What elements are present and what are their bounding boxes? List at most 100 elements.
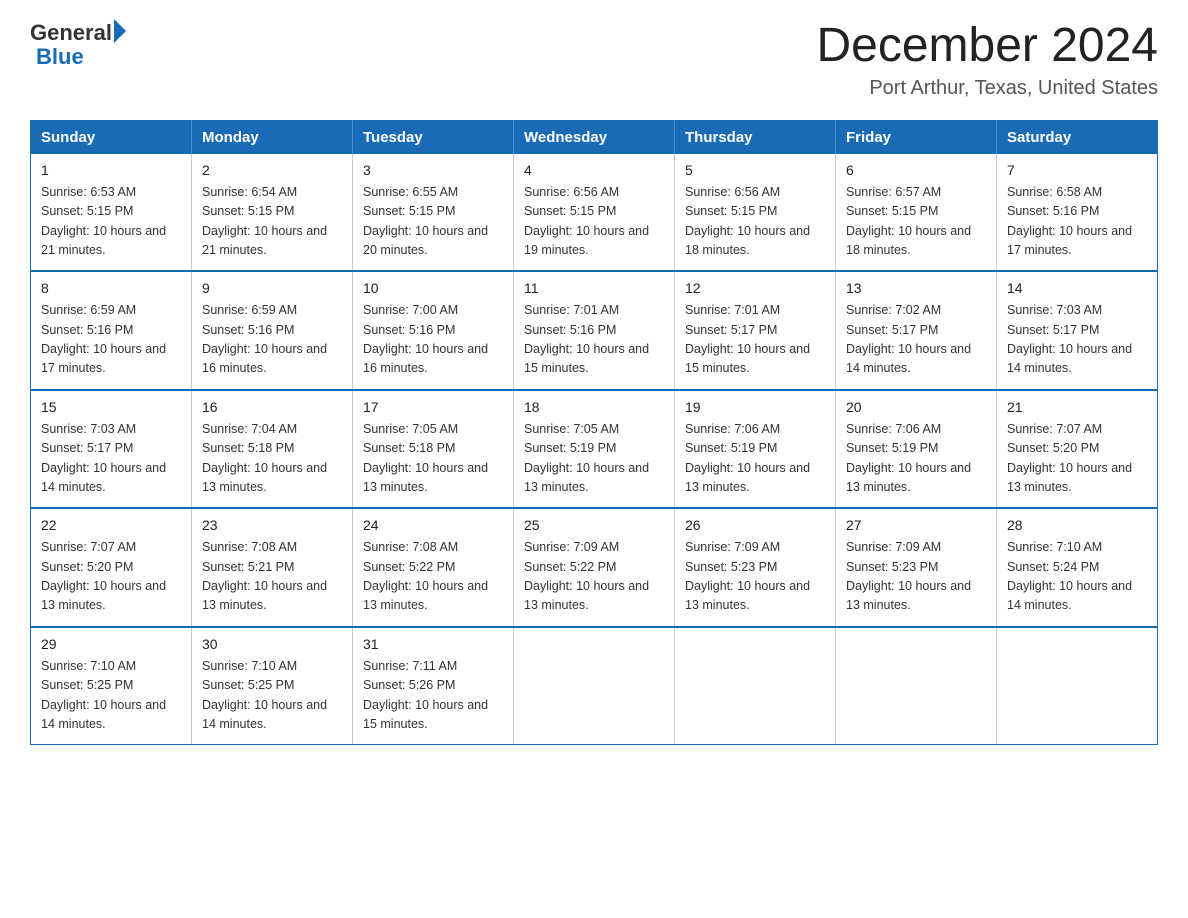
day-number: 14 xyxy=(1007,278,1147,299)
calendar-week-row: 8 Sunrise: 6:59 AMSunset: 5:16 PMDaylight… xyxy=(31,271,1158,390)
day-number: 16 xyxy=(202,397,342,418)
day-info: Sunrise: 6:58 AMSunset: 5:16 PMDaylight:… xyxy=(1007,185,1132,257)
day-info: Sunrise: 6:56 AMSunset: 5:15 PMDaylight:… xyxy=(524,185,649,257)
day-info: Sunrise: 7:10 AMSunset: 5:25 PMDaylight:… xyxy=(202,659,327,731)
day-number: 10 xyxy=(363,278,503,299)
header-day-monday: Monday xyxy=(192,120,353,154)
day-info: Sunrise: 7:11 AMSunset: 5:26 PMDaylight:… xyxy=(363,659,488,731)
day-info: Sunrise: 7:00 AMSunset: 5:16 PMDaylight:… xyxy=(363,303,488,375)
day-number: 25 xyxy=(524,515,664,536)
logo: General Blue xyxy=(30,20,126,70)
day-info: Sunrise: 6:57 AMSunset: 5:15 PMDaylight:… xyxy=(846,185,971,257)
day-number: 17 xyxy=(363,397,503,418)
day-number: 29 xyxy=(41,634,181,655)
day-info: Sunrise: 7:09 AMSunset: 5:23 PMDaylight:… xyxy=(846,540,971,612)
calendar-week-row: 15Sunrise: 7:03 AMSunset: 5:17 PMDayligh… xyxy=(31,390,1158,509)
calendar-day-cell: 26 Sunrise: 7:09 AMSunset: 5:23 PMDayligh… xyxy=(675,508,836,627)
day-info: Sunrise: 7:04 AMSunset: 5:18 PMDaylight:… xyxy=(202,422,327,494)
calendar-day-cell: 18 Sunrise: 7:05 AMSunset: 5:19 PMDayligh… xyxy=(514,390,675,509)
day-number: 7 xyxy=(1007,160,1147,181)
calendar-day-cell: 20 Sunrise: 7:06 AMSunset: 5:19 PMDayligh… xyxy=(836,390,997,509)
day-number: 23 xyxy=(202,515,342,536)
calendar-day-cell: 12Sunrise: 7:01 AMSunset: 5:17 PMDayligh… xyxy=(675,271,836,390)
calendar-day-cell: 4 Sunrise: 6:56 AMSunset: 5:15 PMDaylight… xyxy=(514,154,675,272)
calendar-day-cell: 8 Sunrise: 6:59 AMSunset: 5:16 PMDaylight… xyxy=(31,271,192,390)
day-number: 22 xyxy=(41,515,181,536)
empty-day-cell xyxy=(997,627,1158,745)
calendar-day-cell: 10 Sunrise: 7:00 AMSunset: 5:16 PMDayligh… xyxy=(353,271,514,390)
calendar-day-cell: 21Sunrise: 7:07 AMSunset: 5:20 PMDayligh… xyxy=(997,390,1158,509)
day-number: 4 xyxy=(524,160,664,181)
calendar-day-cell: 7 Sunrise: 6:58 AMSunset: 5:16 PMDaylight… xyxy=(997,154,1158,272)
day-number: 13 xyxy=(846,278,986,299)
calendar-day-cell: 11 Sunrise: 7:01 AMSunset: 5:16 PMDayligh… xyxy=(514,271,675,390)
calendar-day-cell: 28 Sunrise: 7:10 AMSunset: 5:24 PMDayligh… xyxy=(997,508,1158,627)
day-info: Sunrise: 6:59 AMSunset: 5:16 PMDaylight:… xyxy=(202,303,327,375)
day-info: Sunrise: 7:05 AMSunset: 5:19 PMDaylight:… xyxy=(524,422,649,494)
calendar-day-cell: 2Sunrise: 6:54 AMSunset: 5:15 PMDaylight… xyxy=(192,154,353,272)
calendar-day-cell: 9 Sunrise: 6:59 AMSunset: 5:16 PMDaylight… xyxy=(192,271,353,390)
empty-day-cell xyxy=(514,627,675,745)
day-number: 8 xyxy=(41,278,181,299)
logo-arrow-icon xyxy=(114,19,126,43)
calendar-day-cell: 5Sunrise: 6:56 AMSunset: 5:15 PMDaylight… xyxy=(675,154,836,272)
calendar-header-row: SundayMondayTuesdayWednesdayThursdayFrid… xyxy=(31,120,1158,154)
day-number: 11 xyxy=(524,278,664,299)
calendar-day-cell: 17 Sunrise: 7:05 AMSunset: 5:18 PMDayligh… xyxy=(353,390,514,509)
day-info: Sunrise: 7:03 AMSunset: 5:17 PMDaylight:… xyxy=(1007,303,1132,375)
calendar-day-cell: 25Sunrise: 7:09 AMSunset: 5:22 PMDayligh… xyxy=(514,508,675,627)
day-info: Sunrise: 6:59 AMSunset: 5:16 PMDaylight:… xyxy=(41,303,166,375)
day-number: 18 xyxy=(524,397,664,418)
calendar-week-row: 1 Sunrise: 6:53 AMSunset: 5:15 PMDaylight… xyxy=(31,154,1158,272)
calendar-day-cell: 29 Sunrise: 7:10 AMSunset: 5:25 PMDayligh… xyxy=(31,627,192,745)
day-number: 1 xyxy=(41,160,181,181)
day-info: Sunrise: 6:54 AMSunset: 5:15 PMDaylight:… xyxy=(202,185,327,257)
header-day-friday: Friday xyxy=(836,120,997,154)
header-day-sunday: Sunday xyxy=(31,120,192,154)
day-info: Sunrise: 6:53 AMSunset: 5:15 PMDaylight:… xyxy=(41,185,166,257)
calendar-table: SundayMondayTuesdayWednesdayThursdayFrid… xyxy=(30,120,1158,746)
day-number: 24 xyxy=(363,515,503,536)
day-number: 20 xyxy=(846,397,986,418)
day-number: 26 xyxy=(685,515,825,536)
calendar-day-cell: 3 Sunrise: 6:55 AMSunset: 5:15 PMDaylight… xyxy=(353,154,514,272)
day-info: Sunrise: 6:55 AMSunset: 5:15 PMDaylight:… xyxy=(363,185,488,257)
calendar-day-cell: 24 Sunrise: 7:08 AMSunset: 5:22 PMDayligh… xyxy=(353,508,514,627)
day-number: 3 xyxy=(363,160,503,181)
day-info: Sunrise: 7:02 AMSunset: 5:17 PMDaylight:… xyxy=(846,303,971,375)
day-info: Sunrise: 7:08 AMSunset: 5:22 PMDaylight:… xyxy=(363,540,488,612)
day-info: Sunrise: 7:06 AMSunset: 5:19 PMDaylight:… xyxy=(846,422,971,494)
calendar-week-row: 22Sunrise: 7:07 AMSunset: 5:20 PMDayligh… xyxy=(31,508,1158,627)
calendar-day-cell: 22Sunrise: 7:07 AMSunset: 5:20 PMDayligh… xyxy=(31,508,192,627)
day-info: Sunrise: 7:01 AMSunset: 5:17 PMDaylight:… xyxy=(685,303,810,375)
empty-day-cell xyxy=(675,627,836,745)
calendar-title: December 2024 xyxy=(816,20,1158,73)
logo-general-text: General xyxy=(30,20,112,46)
header-day-thursday: Thursday xyxy=(675,120,836,154)
header-day-wednesday: Wednesday xyxy=(514,120,675,154)
day-number: 27 xyxy=(846,515,986,536)
calendar-subtitle: Port Arthur, Texas, United States xyxy=(816,77,1158,100)
day-number: 9 xyxy=(202,278,342,299)
calendar-day-cell: 31Sunrise: 7:11 AMSunset: 5:26 PMDayligh… xyxy=(353,627,514,745)
calendar-day-cell: 15Sunrise: 7:03 AMSunset: 5:17 PMDayligh… xyxy=(31,390,192,509)
day-number: 28 xyxy=(1007,515,1147,536)
day-info: Sunrise: 7:09 AMSunset: 5:23 PMDaylight:… xyxy=(685,540,810,612)
day-info: Sunrise: 7:10 AMSunset: 5:25 PMDaylight:… xyxy=(41,659,166,731)
day-number: 15 xyxy=(41,397,181,418)
title-section: December 2024 Port Arthur, Texas, United… xyxy=(816,20,1158,100)
header-day-tuesday: Tuesday xyxy=(353,120,514,154)
day-number: 19 xyxy=(685,397,825,418)
day-info: Sunrise: 7:10 AMSunset: 5:24 PMDaylight:… xyxy=(1007,540,1132,612)
calendar-day-cell: 14 Sunrise: 7:03 AMSunset: 5:17 PMDayligh… xyxy=(997,271,1158,390)
day-number: 5 xyxy=(685,160,825,181)
day-info: Sunrise: 7:01 AMSunset: 5:16 PMDaylight:… xyxy=(524,303,649,375)
calendar-day-cell: 1 Sunrise: 6:53 AMSunset: 5:15 PMDaylight… xyxy=(31,154,192,272)
day-info: Sunrise: 7:07 AMSunset: 5:20 PMDaylight:… xyxy=(1007,422,1132,494)
day-number: 30 xyxy=(202,634,342,655)
page-header: General Blue December 2024 Port Arthur, … xyxy=(30,20,1158,100)
calendar-day-cell: 30 Sunrise: 7:10 AMSunset: 5:25 PMDayligh… xyxy=(192,627,353,745)
empty-day-cell xyxy=(836,627,997,745)
day-info: Sunrise: 7:05 AMSunset: 5:18 PMDaylight:… xyxy=(363,422,488,494)
calendar-day-cell: 16 Sunrise: 7:04 AMSunset: 5:18 PMDayligh… xyxy=(192,390,353,509)
